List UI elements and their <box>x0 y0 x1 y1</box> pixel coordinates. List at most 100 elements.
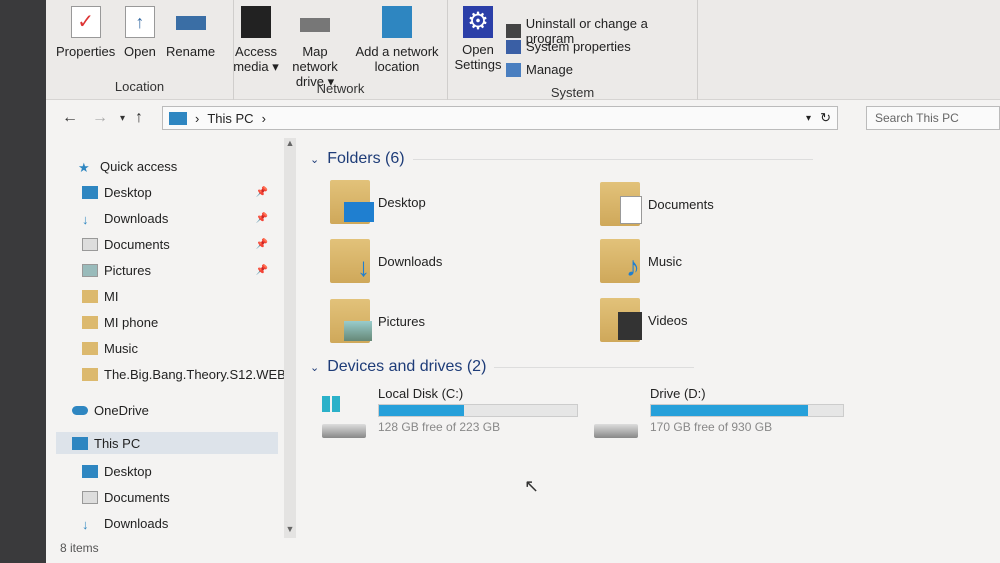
open-button[interactable]: ↑ Open <box>124 6 156 59</box>
uninstall-icon <box>506 24 521 38</box>
label: Add a network location <box>355 44 439 74</box>
properties-button[interactable]: ✓ Properties <box>56 6 115 59</box>
add-network-location-button[interactable]: Add a network location <box>354 6 440 74</box>
back-icon[interactable]: ← <box>62 109 78 127</box>
sidebar-item-downloads[interactable]: ↓ Downloads 📌 <box>82 207 278 229</box>
sidebar-item-documents[interactable]: Documents 📌 <box>82 233 278 255</box>
drive-label: Local Disk (C:) <box>378 386 464 401</box>
label: Videos <box>648 312 688 328</box>
label: Access media ▾ <box>233 44 279 74</box>
drive-d[interactable]: Drive (D:) 170 GB free of 930 GB <box>594 386 844 442</box>
breadcrumb-separator: › <box>195 110 200 126</box>
sidebar-item-onedrive[interactable]: OneDrive <box>72 399 149 421</box>
document-icon <box>82 237 98 251</box>
folder-documents[interactable]: Documents <box>600 182 714 226</box>
drives-section-header[interactable]: ⌄ Devices and drives (2) <box>310 358 695 376</box>
drive-usage-bar <box>378 404 578 417</box>
label: MI <box>104 288 119 304</box>
star-icon: ★ <box>78 159 90 175</box>
open-settings-button[interactable]: ⚙ Open Settings <box>454 6 502 72</box>
folder-icon <box>82 367 98 381</box>
system-properties-button[interactable]: System properties <box>506 39 631 54</box>
drive-usage-bar <box>650 404 844 417</box>
folders-section-header[interactable]: ⌄ Folders (6) <box>310 150 813 168</box>
computer-icon <box>72 436 88 450</box>
label: Folders (6) <box>327 150 405 167</box>
manage-button[interactable]: Manage <box>506 62 573 77</box>
sidebar-item-quick-access[interactable]: ★ Quick access <box>78 155 177 177</box>
search-input[interactable]: Search This PC <box>866 106 1000 130</box>
label: Pictures <box>104 262 151 278</box>
label: Manage <box>526 62 573 77</box>
network-drive-icon <box>300 18 330 32</box>
label: Open <box>124 44 156 59</box>
sidebar-item-this-pc-desktop[interactable]: Desktop <box>82 460 152 482</box>
folder-icon <box>82 341 98 355</box>
scroll-up-icon[interactable]: ▲ <box>284 138 296 148</box>
up-icon[interactable]: ↑ <box>135 109 143 127</box>
rename-icon <box>175 16 206 30</box>
mouse-cursor-icon: ↖ <box>524 476 540 496</box>
sidebar-item-this-pc-downloads[interactable]: ↓ Downloads <box>82 512 168 534</box>
label: Documents <box>104 489 170 505</box>
group-label: Location <box>114 79 165 94</box>
access-media-button[interactable]: Access media ▾ <box>231 6 281 74</box>
drive-free-space: 128 GB free of 223 GB <box>378 420 501 434</box>
label: System properties <box>526 39 631 54</box>
breadcrumb-this-pc[interactable]: This PC <box>207 111 253 126</box>
computer-icon <box>169 111 187 125</box>
desktop-folder-icon <box>330 180 374 224</box>
divider <box>494 366 695 368</box>
divider <box>412 158 813 160</box>
label: Pictures <box>378 313 425 329</box>
label: Desktop <box>104 463 152 479</box>
file-explorer-window: ✓ Properties ↑ Open Rename Location Access… <box>46 0 1000 563</box>
sidebar-scrollbar[interactable]: ▲ ▼ <box>284 138 296 538</box>
folder-videos[interactable]: Videos <box>600 298 688 342</box>
media-icon <box>241 6 271 38</box>
drive-label: Drive (D:) <box>650 386 706 401</box>
pictures-folder-icon <box>330 299 372 343</box>
forward-icon[interactable]: → <box>92 109 108 127</box>
label: Documents <box>648 196 714 212</box>
downloads-folder-icon: ↓ <box>330 239 370 283</box>
scroll-down-icon[interactable]: ▼ <box>284 524 296 534</box>
address-input[interactable]: › This PC › ▾ ↻ <box>162 106 838 130</box>
collapse-icon: ⌄ <box>310 153 320 166</box>
location-group: ✓ Properties ↑ Open Rename Location <box>46 0 234 100</box>
label: Music <box>104 340 138 356</box>
sidebar-item-pictures[interactable]: Pictures 📌 <box>82 259 278 281</box>
map-network-drive-button[interactable]: Map network drive ▾ <box>278 6 352 89</box>
breadcrumb-separator: › <box>261 110 266 126</box>
sidebar-item-this-pc[interactable]: This PC <box>56 432 278 454</box>
sidebar-item-big-bang-theory[interactable]: The.Big.Bang.Theory.S12.WEB <box>82 363 286 385</box>
sidebar-item-this-pc-documents[interactable]: Documents <box>82 486 170 508</box>
refresh-icon[interactable]: ↻ <box>820 110 831 126</box>
folder-desktop[interactable]: Desktop <box>330 180 426 224</box>
collapse-icon: ⌄ <box>310 361 320 374</box>
drive-free-space: 170 GB free of 930 GB <box>650 420 773 434</box>
drive-c[interactable]: Local Disk (C:) 128 GB free of 223 GB <box>322 386 578 442</box>
cloud-icon <box>72 405 88 415</box>
recent-chevron-icon[interactable]: ▾ <box>120 113 125 124</box>
videos-folder-icon <box>600 298 642 342</box>
folder-downloads[interactable]: ↓ Downloads <box>330 239 442 283</box>
folder-pictures[interactable]: Pictures <box>330 299 425 343</box>
sidebar-item-music[interactable]: Music <box>82 337 138 359</box>
address-dropdown-icon[interactable]: ▾ <box>806 113 811 124</box>
desktop-icon <box>82 464 98 478</box>
label: Devices and drives (2) <box>327 358 487 375</box>
label: Rename <box>166 44 216 59</box>
pin-icon: 📌 <box>255 238 268 250</box>
rename-button[interactable]: Rename <box>166 6 215 59</box>
label: Open Settings <box>454 42 502 72</box>
folder-music[interactable]: ♪ Music <box>600 239 682 283</box>
sidebar-item-mi[interactable]: MI <box>82 285 118 307</box>
sidebar-item-desktop[interactable]: Desktop 📌 <box>82 181 278 203</box>
sidebar-item-mi-phone[interactable]: MI phone <box>82 311 158 333</box>
download-icon: ↓ <box>82 516 89 532</box>
pin-icon: 📌 <box>255 186 268 198</box>
pictures-icon <box>82 263 98 277</box>
document-icon <box>82 490 98 504</box>
label: Downloads <box>378 253 443 269</box>
